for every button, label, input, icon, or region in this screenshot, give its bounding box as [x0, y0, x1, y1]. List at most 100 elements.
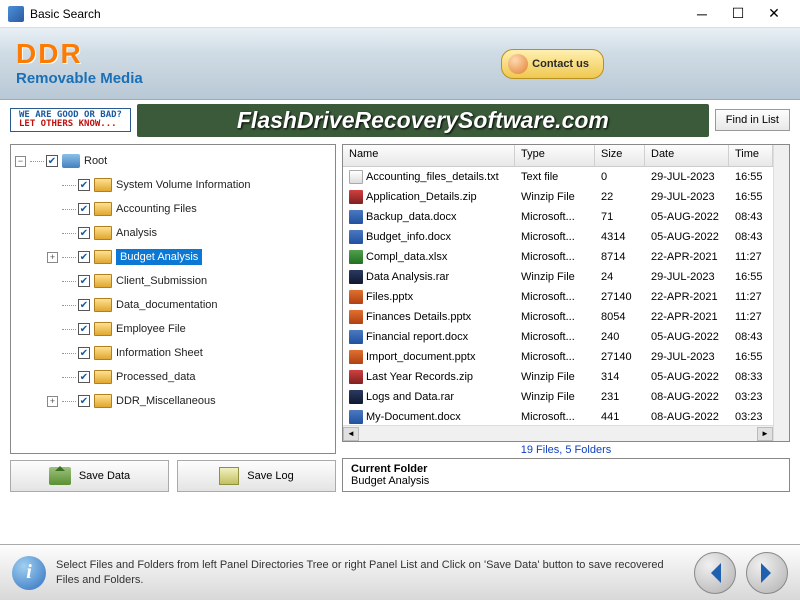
- col-size[interactable]: Size: [595, 145, 645, 166]
- file-row[interactable]: Data Analysis.rarWinzip File2429-JUL-202…: [343, 267, 773, 287]
- checkbox[interactable]: ✔: [78, 371, 90, 383]
- find-in-list-button[interactable]: Find in List: [715, 109, 790, 131]
- expand-icon[interactable]: +: [47, 252, 58, 263]
- file-size: 240: [595, 331, 645, 343]
- tree-item[interactable]: +✔Budget Analysis: [11, 245, 335, 269]
- scroll-left-icon[interactable]: ◄: [343, 427, 359, 441]
- file-date: 05-AUG-2022: [645, 211, 729, 223]
- tree-item-label: Information Sheet: [116, 347, 203, 359]
- checkbox[interactable]: ✔: [78, 227, 90, 239]
- tree-item[interactable]: ✔ Client_Submission: [11, 269, 335, 293]
- expand-icon[interactable]: +: [47, 396, 58, 407]
- tree-item[interactable]: ✔Employee File: [11, 317, 335, 341]
- main-area: − ✔ Root ✔System Volume Information✔Acco…: [0, 140, 800, 496]
- checkbox[interactable]: ✔: [78, 395, 90, 407]
- file-type: Microsoft...: [515, 251, 595, 263]
- file-row[interactable]: Finances Details.pptxMicrosoft...805422-…: [343, 307, 773, 327]
- close-button[interactable]: ✕: [756, 3, 792, 25]
- checkbox[interactable]: ✔: [78, 179, 90, 191]
- file-date: 29-JUL-2023: [645, 351, 729, 363]
- file-type: Winzip File: [515, 371, 595, 383]
- tree-item[interactable]: ✔Data_documentation: [11, 293, 335, 317]
- file-type: Winzip File: [515, 391, 595, 403]
- tree-item[interactable]: ✔Processed_data: [11, 365, 335, 389]
- info-icon: i: [12, 556, 46, 590]
- tree-item-label: DDR_Miscellaneous: [116, 395, 216, 407]
- save-log-button[interactable]: Save Log: [177, 460, 336, 492]
- collapse-icon[interactable]: −: [15, 156, 26, 167]
- horizontal-scrollbar[interactable]: ◄ ►: [343, 425, 773, 441]
- file-time: 11:27: [729, 251, 773, 263]
- tree-item[interactable]: ✔ Accounting Files: [11, 197, 335, 221]
- tree-item[interactable]: + ✔ DDR_Miscellaneous: [11, 389, 335, 413]
- file-name: Import_document.pptx: [366, 351, 475, 363]
- file-list[interactable]: Name Type Size Date Time Accounting_file…: [342, 144, 790, 442]
- tree-item[interactable]: ✔ Analysis: [11, 221, 335, 245]
- contact-us-button[interactable]: Contact us: [501, 49, 604, 79]
- feedback-button[interactable]: WE ARE GOOD OR BAD? LET OTHERS KNOW...: [10, 108, 131, 132]
- vertical-scrollbar[interactable]: [773, 145, 789, 441]
- file-row[interactable]: Compl_data.xlsxMicrosoft...871422-APR-20…: [343, 247, 773, 267]
- checkbox[interactable]: ✔: [78, 347, 90, 359]
- arrow-right-icon: [761, 563, 781, 583]
- col-date[interactable]: Date: [645, 145, 729, 166]
- file-type: Winzip File: [515, 271, 595, 283]
- file-list-header: Name Type Size Date Time: [343, 145, 773, 167]
- folder-icon: [94, 298, 112, 312]
- banner-url: FlashDriveRecoverySoftware.com: [137, 104, 709, 137]
- banner-row: WE ARE GOOD OR BAD? LET OTHERS KNOW... F…: [0, 100, 800, 140]
- directory-tree[interactable]: − ✔ Root ✔System Volume Information✔Acco…: [10, 144, 336, 454]
- file-row[interactable]: Last Year Records.zipWinzip File31405-AU…: [343, 367, 773, 387]
- next-button[interactable]: [746, 552, 788, 594]
- file-row[interactable]: Budget_info.docxMicrosoft...431405-AUG-2…: [343, 227, 773, 247]
- tree-item-label: Client_Submission: [116, 275, 207, 287]
- tree-item[interactable]: ✔System Volume Information: [11, 173, 335, 197]
- file-row[interactable]: Logs and Data.rarWinzip File23108-AUG-20…: [343, 387, 773, 407]
- maximize-button[interactable]: ☐: [720, 3, 756, 25]
- col-type[interactable]: Type: [515, 145, 595, 166]
- footer-message: Select Files and Folders from left Panel…: [56, 558, 684, 587]
- file-date: 05-AUG-2022: [645, 371, 729, 383]
- tree-item-label: Accounting Files: [116, 203, 197, 215]
- checkbox[interactable]: ✔: [78, 299, 90, 311]
- file-name: Accounting_files_details.txt: [366, 171, 499, 183]
- checkbox[interactable]: ✔: [78, 323, 90, 335]
- scroll-right-icon[interactable]: ►: [757, 427, 773, 441]
- checkbox[interactable]: ✔: [78, 203, 90, 215]
- logo-area: DDR Removable Media: [16, 40, 143, 87]
- checkbox[interactable]: ✔: [78, 251, 90, 263]
- checkbox[interactable]: ✔: [78, 275, 90, 287]
- logo-subtitle: Removable Media: [16, 70, 143, 87]
- file-row[interactable]: Application_Details.zipWinzip File2229-J…: [343, 187, 773, 207]
- tree-item-label: Analysis: [116, 227, 157, 239]
- file-row[interactable]: Financial report.docxMicrosoft...24005-A…: [343, 327, 773, 347]
- file-date: 05-AUG-2022: [645, 231, 729, 243]
- left-panel: − ✔ Root ✔System Volume Information✔Acco…: [10, 144, 336, 492]
- file-type: Text file: [515, 171, 595, 183]
- checkbox[interactable]: ✔: [46, 155, 58, 167]
- folder-icon: [94, 370, 112, 384]
- file-type: Winzip File: [515, 191, 595, 203]
- save-data-button[interactable]: Save Data: [10, 460, 169, 492]
- col-name[interactable]: Name: [343, 145, 515, 166]
- tree-item[interactable]: ✔ Information Sheet: [11, 341, 335, 365]
- file-type-icon: [349, 370, 363, 384]
- prev-button[interactable]: [694, 552, 736, 594]
- file-row[interactable]: Files.pptxMicrosoft...2714022-APR-202111…: [343, 287, 773, 307]
- file-row[interactable]: Accounting_files_details.txtText file029…: [343, 167, 773, 187]
- app-icon: [8, 6, 24, 22]
- file-name: Budget_info.docx: [366, 231, 451, 243]
- col-time[interactable]: Time: [729, 145, 773, 166]
- minimize-button[interactable]: ─: [684, 3, 720, 25]
- logo-text: DDR: [16, 40, 143, 68]
- file-date: 05-AUG-2022: [645, 331, 729, 343]
- tree-root[interactable]: − ✔ Root: [11, 149, 335, 173]
- file-row[interactable]: My-Document.docxMicrosoft...44108-AUG-20…: [343, 407, 773, 425]
- file-type: Microsoft...: [515, 331, 595, 343]
- file-row[interactable]: Import_document.pptxMicrosoft...2714029-…: [343, 347, 773, 367]
- title-bar: Basic Search ─ ☐ ✕: [0, 0, 800, 28]
- file-row[interactable]: Backup_data.docxMicrosoft...7105-AUG-202…: [343, 207, 773, 227]
- right-panel: Name Type Size Date Time Accounting_file…: [342, 144, 790, 492]
- file-list-body[interactable]: Accounting_files_details.txtText file029…: [343, 167, 773, 425]
- current-folder-value: Budget Analysis: [351, 475, 781, 487]
